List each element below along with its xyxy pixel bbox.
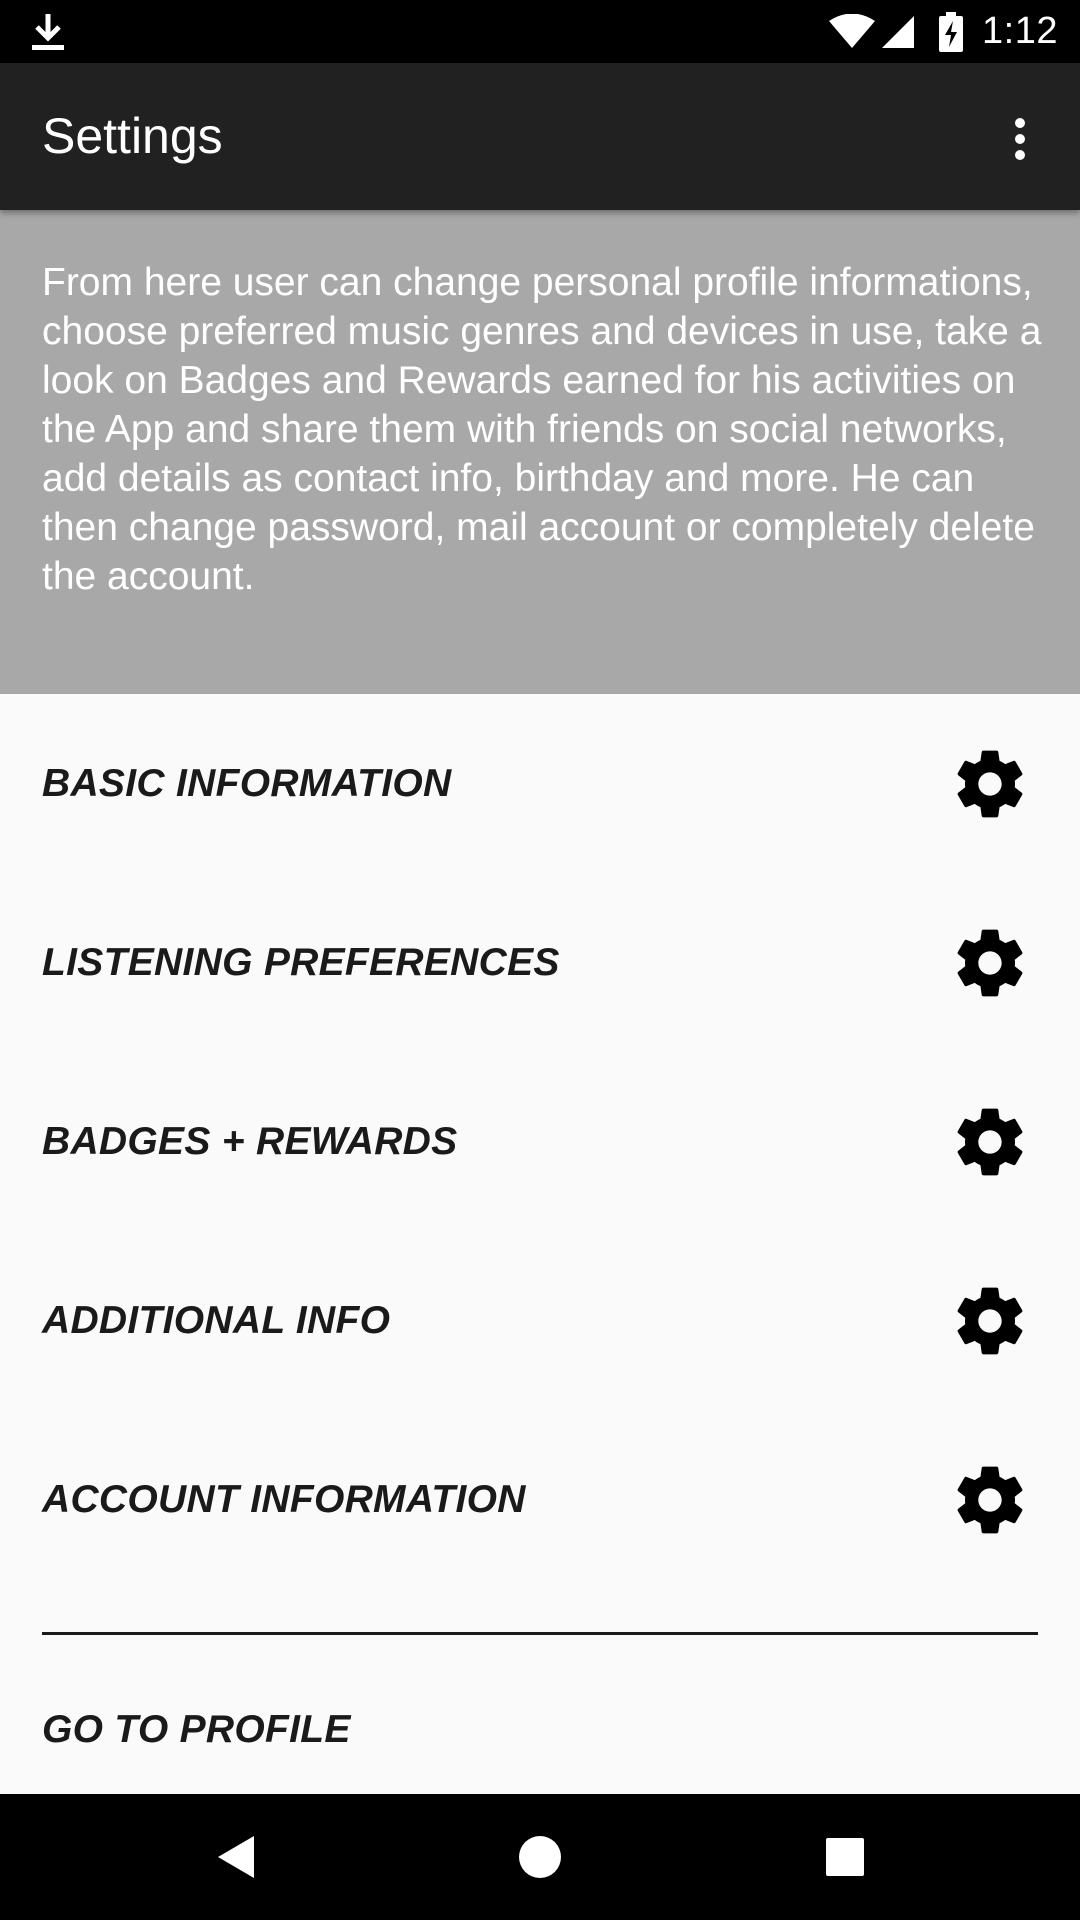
divider bbox=[42, 1632, 1038, 1635]
home-icon bbox=[519, 1836, 561, 1878]
wifi-icon bbox=[829, 13, 876, 48]
settings-item-label: BADGES + REWARDS bbox=[42, 1120, 458, 1163]
description-banner: From here user can change personal profi… bbox=[0, 210, 1080, 694]
signal-icon bbox=[882, 15, 915, 48]
settings-item-label: ACCOUNT INFORMATION bbox=[42, 1478, 526, 1521]
go-to-profile-link[interactable]: GO TO PROFILE bbox=[42, 1708, 351, 1752]
navigation-bar bbox=[0, 1794, 1080, 1920]
status-bar: 1:12 bbox=[0, 0, 1080, 63]
description-text: From here user can change personal profi… bbox=[42, 261, 1042, 598]
recents-button[interactable] bbox=[815, 1827, 875, 1887]
app-bar: Settings bbox=[0, 63, 1080, 210]
gear-icon[interactable] bbox=[950, 1281, 1030, 1361]
settings-item-badges-rewards[interactable]: BADGES + REWARDS bbox=[0, 1052, 1080, 1231]
back-icon bbox=[218, 1836, 254, 1878]
settings-item-additional-info[interactable]: ADDITIONAL INFO bbox=[0, 1231, 1080, 1410]
status-clock: 1:12 bbox=[982, 10, 1058, 52]
settings-item-label: BASIC INFORMATION bbox=[42, 762, 452, 805]
download-icon bbox=[32, 14, 64, 50]
settings-item-account-information[interactable]: ACCOUNT INFORMATION bbox=[0, 1410, 1080, 1589]
gear-icon[interactable] bbox=[950, 1102, 1030, 1182]
recents-icon bbox=[826, 1838, 864, 1876]
home-button[interactable] bbox=[510, 1827, 570, 1887]
more-vert-icon bbox=[1015, 118, 1025, 160]
gear-icon[interactable] bbox=[950, 1460, 1030, 1540]
gear-icon[interactable] bbox=[950, 744, 1030, 824]
settings-item-label: LISTENING PREFERENCES bbox=[42, 941, 560, 984]
battery-charging-icon bbox=[939, 11, 964, 52]
settings-item-basic-information[interactable]: BASIC INFORMATION bbox=[0, 694, 1080, 873]
settings-item-listening-preferences[interactable]: LISTENING PREFERENCES bbox=[0, 873, 1080, 1052]
gear-icon[interactable] bbox=[950, 923, 1030, 1003]
settings-item-label: ADDITIONAL INFO bbox=[42, 1299, 391, 1342]
overflow-menu-button[interactable] bbox=[980, 99, 1060, 179]
back-button[interactable] bbox=[205, 1827, 265, 1887]
page-title: Settings bbox=[42, 108, 223, 164]
